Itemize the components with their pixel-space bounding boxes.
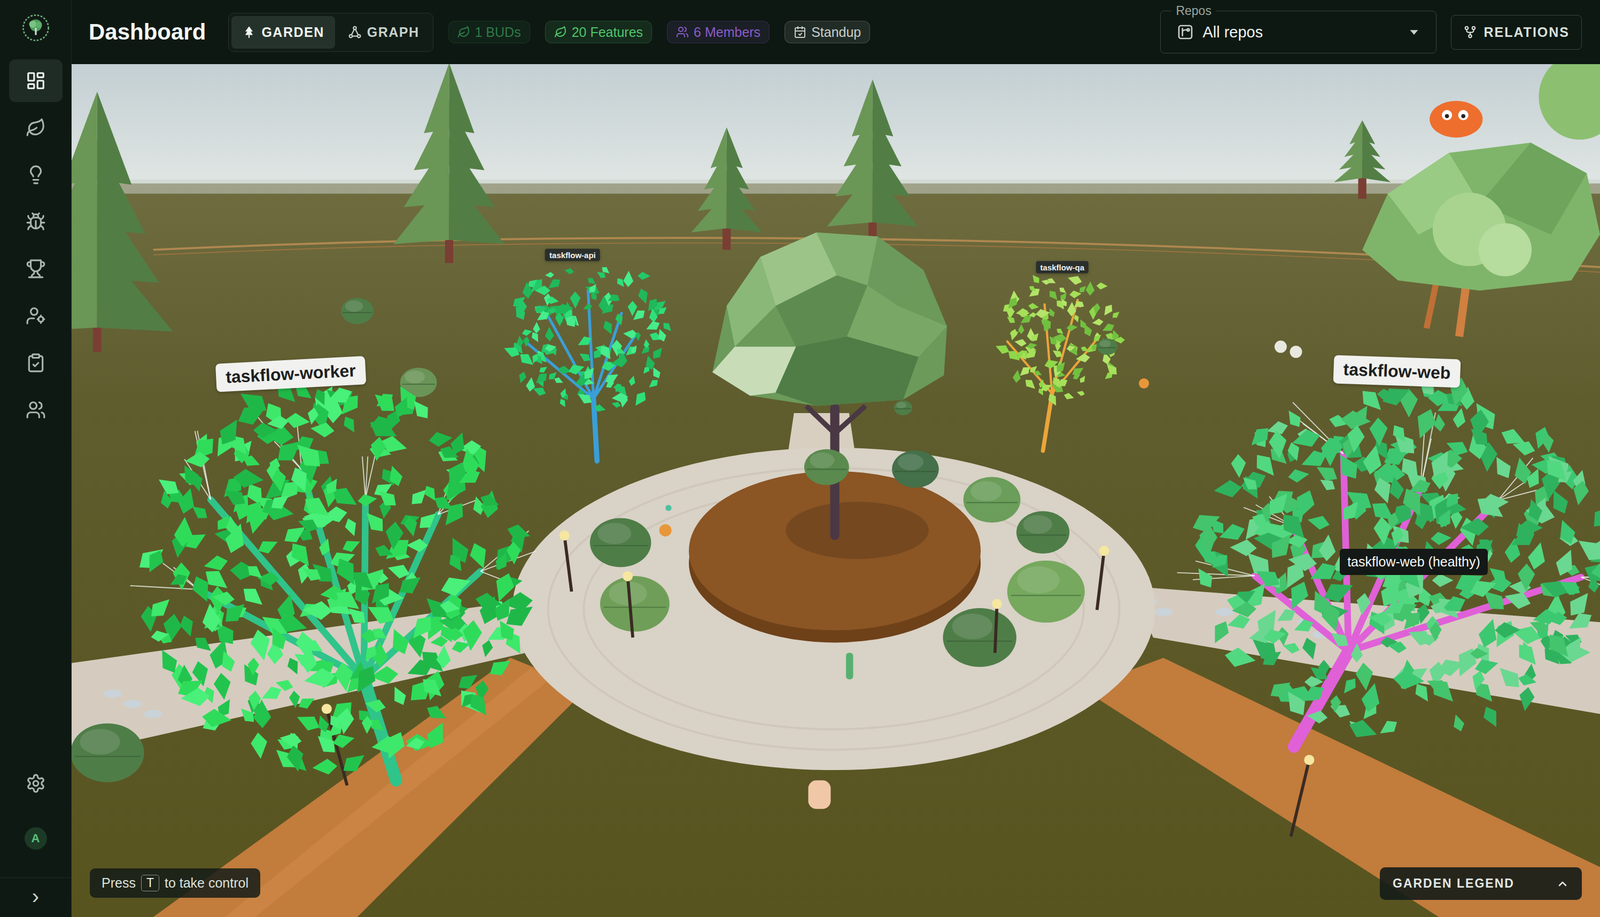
lamp-post xyxy=(622,571,633,638)
pine-tree xyxy=(691,127,763,250)
leaf-icon xyxy=(25,117,46,138)
user-avatar[interactable]: A xyxy=(24,827,48,850)
sidebar-item[interactable] xyxy=(9,59,63,103)
leaf-icon xyxy=(457,25,471,39)
repos-select[interactable]: Repos All repos xyxy=(1160,10,1437,54)
lamp-post xyxy=(1097,545,1110,610)
users-icon xyxy=(25,399,46,421)
pine-tree xyxy=(393,64,505,263)
page-title: Dashboard xyxy=(88,19,206,45)
sky xyxy=(71,64,1600,197)
bush xyxy=(894,400,913,416)
bush xyxy=(1097,338,1118,356)
top-bar: Dashboard GARDEN GRAPH 1 BUDs 20 Feature… xyxy=(71,0,1600,65)
repo-tree[interactable] xyxy=(503,267,672,462)
tree-icon xyxy=(242,25,256,40)
view-toggle: GARDEN GRAPH xyxy=(228,12,433,52)
lightbulb-icon xyxy=(25,164,46,185)
relations-button[interactable]: RELATIONS xyxy=(1450,14,1582,50)
users-icon xyxy=(676,25,689,39)
stat-badge[interactable]: 1 BUDs xyxy=(448,20,531,44)
pine-tree xyxy=(827,79,919,245)
bush xyxy=(71,723,145,783)
gear-icon xyxy=(25,773,46,794)
sidebar-item[interactable] xyxy=(9,388,63,432)
bush xyxy=(589,518,652,568)
select-label: Repos xyxy=(1171,3,1216,19)
bug-icon xyxy=(25,211,46,232)
lamp-post xyxy=(1291,754,1315,837)
repo-tree[interactable] xyxy=(995,275,1125,452)
tree-label: taskflow-api xyxy=(545,249,601,262)
garden-scene[interactable]: taskflow-workertaskflow-apitaskflow-qata… xyxy=(71,64,1600,917)
bird xyxy=(1429,101,1483,138)
control-hint: Press T to take control xyxy=(89,868,261,898)
key-badge: T xyxy=(141,874,160,892)
chevron-icon xyxy=(1556,877,1570,891)
bush xyxy=(891,450,939,488)
sprout-icon xyxy=(554,25,568,39)
path xyxy=(1081,657,1600,917)
settings-button[interactable] xyxy=(9,762,63,805)
stat-badge[interactable]: 20 Features xyxy=(545,20,652,44)
pine-tree xyxy=(71,91,173,352)
stat-badge[interactable]: 6 Members xyxy=(666,20,770,44)
logo-icon[interactable] xyxy=(21,0,51,56)
bush xyxy=(942,608,1016,667)
sidebar-item[interactable] xyxy=(9,106,63,150)
fork-icon xyxy=(1463,25,1478,40)
sidebar-item[interactable] xyxy=(9,247,63,291)
dashboard-icon xyxy=(25,70,46,91)
lamp-post xyxy=(559,530,572,592)
ground xyxy=(71,183,1600,917)
dropdown-caret-icon xyxy=(1406,24,1423,41)
repo-tree[interactable] xyxy=(1177,377,1600,747)
bush xyxy=(600,576,670,632)
lamp-post xyxy=(991,598,1003,653)
user-cog-icon xyxy=(25,305,46,326)
calendar-icon xyxy=(793,25,807,39)
garden-canvas[interactable] xyxy=(71,64,1600,917)
bush xyxy=(1016,511,1070,554)
view-tab[interactable]: GRAPH xyxy=(337,16,431,49)
tree-label: taskflow-qa xyxy=(1036,260,1090,274)
gardener xyxy=(808,780,831,809)
bush xyxy=(804,448,850,485)
repo-tree[interactable] xyxy=(130,384,536,781)
repo-icon xyxy=(1176,23,1194,41)
central-tree[interactable] xyxy=(712,232,947,536)
path xyxy=(153,657,587,917)
bush xyxy=(1007,560,1085,623)
sidebar-item[interactable] xyxy=(9,341,63,385)
expand-sidebar-button[interactable]: › xyxy=(0,877,72,917)
bush xyxy=(963,476,1021,523)
tooltip: taskflow-web (healthy) xyxy=(1339,548,1488,576)
sidebar-item[interactable] xyxy=(9,200,63,244)
sidebar: A › xyxy=(0,0,72,917)
graph-icon xyxy=(347,25,362,40)
trophy-icon xyxy=(25,258,46,279)
sidebar-item[interactable] xyxy=(9,153,63,197)
pine-tree xyxy=(1333,120,1391,199)
garden-legend-toggle[interactable]: GARDEN LEGEND xyxy=(1379,867,1582,900)
clipboard-check-icon xyxy=(25,352,46,374)
tree-label: taskflow-web xyxy=(1333,354,1462,388)
round-tree xyxy=(1362,64,1600,337)
bush xyxy=(340,298,374,325)
app-window: A › Dashboard GARDEN GRAPH 1 BUDs 20 Fea… xyxy=(0,0,1600,917)
sidebar-item[interactable] xyxy=(9,294,63,338)
view-tab[interactable]: GARDEN xyxy=(231,16,335,49)
stat-badge[interactable]: Standup xyxy=(784,20,871,44)
